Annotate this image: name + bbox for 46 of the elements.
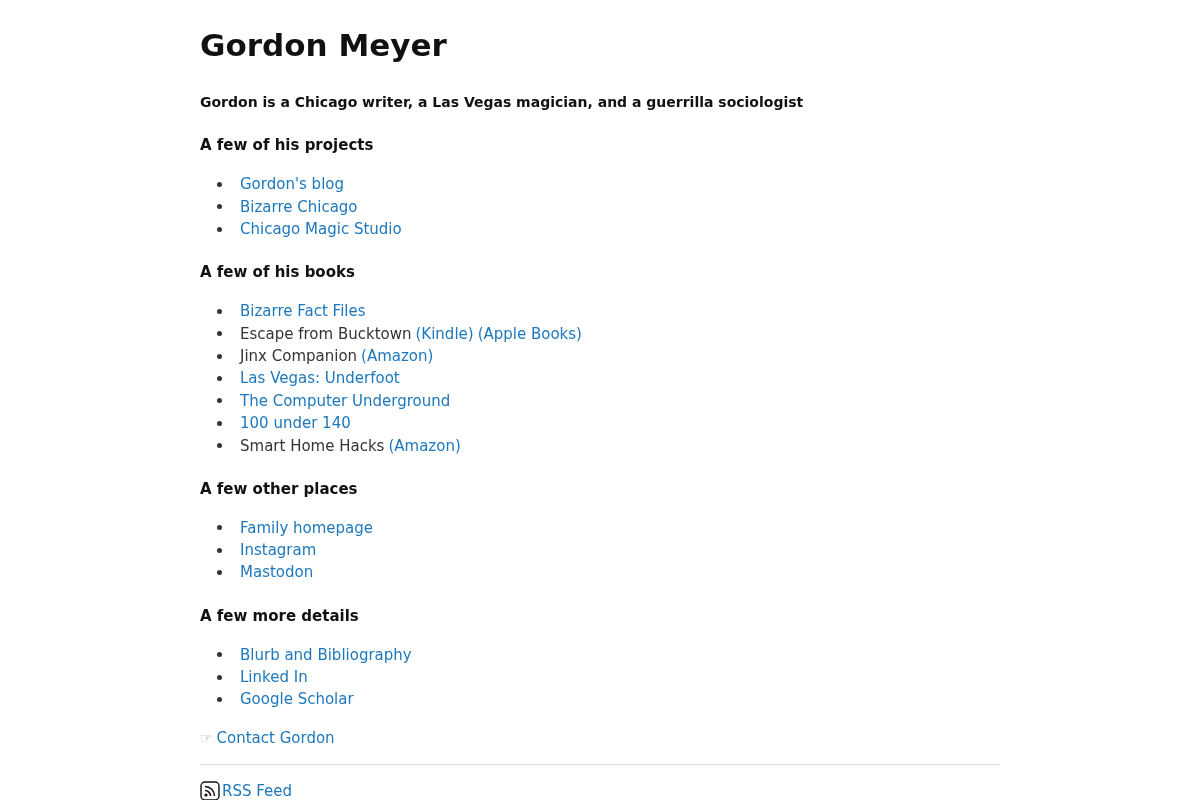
list-link[interactable]: (Amazon) (361, 344, 434, 368)
bullet-icon (217, 420, 222, 426)
list-link[interactable]: Gordon's blog (240, 173, 344, 196)
bullet-icon (217, 697, 222, 703)
list-link[interactable]: (Amazon) (388, 434, 461, 457)
list-link[interactable]: (Kindle) (415, 322, 474, 345)
list-link[interactable]: Google Scholar (240, 688, 354, 711)
item-text: Escape from Bucktown (240, 323, 412, 345)
section-heading: A few more details (200, 605, 359, 627)
item-text: Smart Home Hacks (240, 435, 385, 457)
contact-link[interactable]: Contact Gordon (216, 726, 335, 750)
bullet-icon (217, 226, 222, 232)
bullet-icon (217, 204, 222, 210)
rss-icon[interactable] (200, 781, 220, 800)
list-link[interactable]: Linked In (240, 666, 308, 689)
list-link[interactable]: (Apple Books) (477, 322, 582, 345)
list-link[interactable]: The Computer Underground (240, 389, 451, 413)
section-heading: A few of his projects (200, 135, 374, 157)
bullet-icon (217, 376, 222, 382)
page-title: Gordon Meyer (200, 26, 447, 65)
list-link[interactable]: Mastodon (240, 561, 314, 584)
bullet-icon (217, 308, 222, 314)
bullet-icon (217, 525, 222, 531)
bullet-icon (217, 181, 222, 187)
bullet-icon (217, 398, 222, 404)
section-heading: A few other places (200, 478, 358, 500)
list-link[interactable]: Chicago Magic Studio (240, 218, 402, 241)
list-link[interactable]: Instagram (240, 539, 317, 562)
list-link[interactable]: Las Vegas: Underfoot (240, 367, 400, 390)
bullet-icon (217, 331, 222, 337)
bullet-icon (217, 570, 222, 576)
bullet-icon (217, 652, 222, 658)
pointing-hand-icon: ☞ (200, 726, 213, 750)
section-heading: A few of his books (200, 262, 355, 284)
list-link[interactable]: Blurb and Bibliography (240, 643, 412, 667)
list-link[interactable]: Bizarre Fact Files (240, 300, 366, 323)
tagline: Gordon is a Chicago writer, a Las Vegas magician, and a guerrilla sociologist (200, 93, 804, 112)
item-text: Jinx Companion (240, 345, 358, 367)
bullet-icon (217, 547, 222, 553)
list-link[interactable]: Bizarre Chicago (240, 195, 358, 218)
list-link[interactable]: 100 under 140 (240, 412, 351, 435)
bullet-icon (217, 443, 222, 449)
rss-link[interactable]: RSS Feed (222, 782, 293, 800)
list-link[interactable]: Family homepage (240, 516, 374, 540)
bullet-icon (217, 674, 222, 680)
bullet-icon (217, 353, 222, 359)
